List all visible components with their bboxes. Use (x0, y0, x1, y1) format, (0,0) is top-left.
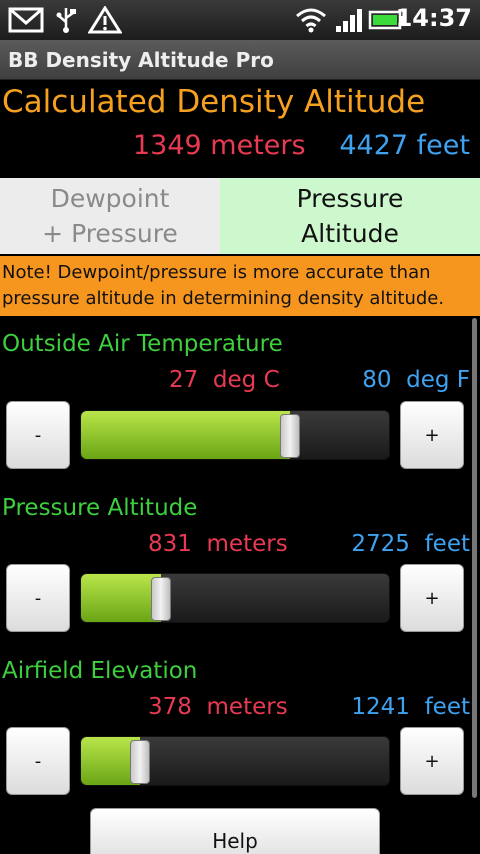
airfield-elevation-increase-button[interactable]: + (400, 727, 464, 795)
airfield-elevation-meters-value: 378 meters (148, 694, 288, 720)
pressure-altitude-feet-value: 2725 feet (351, 531, 470, 557)
clock: 14:37 (395, 4, 472, 32)
status-bar: 14:37 (0, 0, 480, 40)
signal-icon (336, 9, 362, 32)
oat-decrease-button[interactable]: - (6, 401, 70, 469)
result-meters: 1349 meters (133, 130, 306, 161)
warning-icon (88, 6, 122, 34)
airfield-elevation-feet-value: 1241 feet (351, 694, 470, 720)
title-bar: BB Density Altitude Pro (0, 40, 480, 80)
gmail-icon (8, 7, 44, 33)
airfield-elevation-slider[interactable] (80, 736, 390, 786)
app-title: BB Density Altitude Pro (8, 48, 274, 72)
airfield-elevation-label: Airfield Elevation (2, 658, 198, 684)
oat-slider[interactable] (80, 410, 390, 460)
oat-increase-button[interactable]: + (400, 401, 464, 469)
pressure-altitude-slider[interactable] (80, 573, 390, 623)
help-button[interactable]: Help (90, 808, 380, 854)
pressure-altitude-increase-button[interactable]: + (400, 564, 464, 632)
oat-celsius-value: 27 deg C (169, 367, 280, 393)
scrollbar[interactable] (472, 318, 477, 798)
oat-label: Outside Air Temperature (2, 331, 283, 357)
oat-fahrenheit-value: 80 deg F (362, 367, 470, 393)
pressure-altitude-slider-fill (81, 574, 161, 622)
tab-dewpoint-pressure[interactable]: Dewpoint + Pressure (0, 178, 220, 254)
result-feet: 4427 feet (339, 130, 470, 161)
airfield-elevation-decrease-button[interactable]: - (6, 727, 70, 795)
pressure-altitude-slider-thumb[interactable] (151, 577, 171, 621)
airfield-elevation-slider-thumb[interactable] (130, 740, 150, 784)
oat-slider-fill (81, 411, 290, 459)
oat-slider-thumb[interactable] (280, 414, 300, 458)
mode-tabs: Dewpoint + Pressure Pressure Altitude (0, 178, 480, 254)
tab-pressure-altitude[interactable]: Pressure Altitude (220, 178, 480, 254)
accuracy-note: Note! Dewpoint/pressure is more accurate… (0, 256, 480, 316)
pressure-altitude-decrease-button[interactable]: - (6, 564, 70, 632)
pressure-altitude-label: Pressure Altitude (2, 495, 198, 521)
result-heading: Calculated Density Altitude (2, 84, 426, 120)
wifi-icon (296, 8, 326, 33)
usb-icon (56, 8, 76, 33)
pressure-altitude-meters-value: 831 meters (148, 531, 288, 557)
